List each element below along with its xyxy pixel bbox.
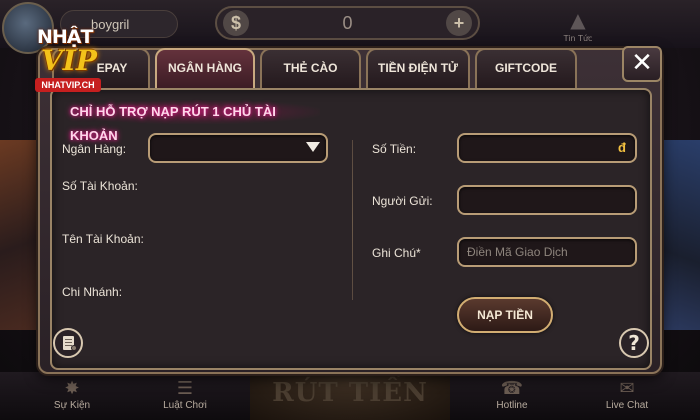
branch-label: Chi Nhánh: [62,285,123,299]
nav-rules[interactable]: ☰ Luật Chơi [155,378,215,411]
nav-hotline-label: Hotline [496,400,528,411]
note-label: Ghi Chú* [372,246,421,260]
nav-rules-label: Luật Chơi [163,400,207,411]
notice-banner: CHỈ HỖ TRỢ NẠP RÚT 1 CHỦ TÀI KHOẢN [70,100,320,143]
tab-giftcode-label: GIFTCODE [495,61,557,75]
balance-value: 0 [342,13,353,33]
amount-field[interactable]: đ [457,133,637,163]
account-name-label: Tên Tài Khoản: [62,232,144,246]
promo-banner-right[interactable] [656,140,700,330]
tab-giftcode[interactable]: GIFTCODE [475,48,577,88]
news-label: Tin Tức [563,34,593,43]
phone-icon: ☎ [500,378,524,399]
form-divider [352,140,353,300]
logo-text-bottom: VIP [41,44,97,77]
tab-card-label: THẺ CÀO [283,61,338,75]
tab-crypto[interactable]: TIỀN ĐIỆN TỬ [366,48,470,88]
sender-field[interactable] [457,185,637,215]
add-funds-button[interactable]: + [446,10,472,36]
fireworks-icon: ✸ [64,378,80,399]
withdraw-button[interactable]: RÚT TIỀN [250,372,450,420]
bank-select[interactable] [148,133,328,163]
account-number-label: Số Tài Khoản: [62,179,138,193]
tab-bank[interactable]: NGÂN HÀNG [155,48,255,88]
currency-symbol: đ [618,140,626,155]
deposit-submit-button[interactable]: NẠP TIỀN [457,297,553,333]
nav-hotline[interactable]: ☎ Hotline [482,378,542,411]
amount-label: Số Tiền: [372,142,417,156]
amount-input[interactable] [467,135,627,161]
sender-input[interactable] [467,187,627,213]
nav-events-label: Sự Kiện [53,400,91,411]
history-button[interactable] [53,328,83,358]
nhatvip-logo: NHẬT VIP NHATVIP.CH [35,24,101,100]
balance-bar: $ 0 + [215,6,480,40]
logo-domain: NHATVIP.CH [35,78,101,92]
nav-events[interactable]: ✸ Sự Kiện [42,378,102,411]
chevron-down-icon [306,142,320,152]
promo-banner-left[interactable] [0,140,42,330]
note-input[interactable] [467,239,627,265]
close-button[interactable]: ✕ [622,46,662,82]
sender-label: Người Gửi: [372,194,433,208]
history-clip-icon [71,345,77,351]
nav-live-chat[interactable]: ✉ Live Chat [597,378,657,411]
nav-live-chat-label: Live Chat [605,400,649,411]
chat-icon: ✉ [619,378,635,399]
note-field[interactable] [457,237,637,267]
tab-bank-label: NGÂN HÀNG [168,61,242,75]
dialog-panel [50,88,652,370]
rules-icon: ☰ [176,378,194,399]
tab-card[interactable]: THẺ CÀO [260,48,361,88]
help-button[interactable]: ? [619,328,649,358]
tab-crypto-label: TIỀN ĐIỆN TỬ [378,61,458,75]
bank-label: Ngân Hàng: [62,142,127,156]
